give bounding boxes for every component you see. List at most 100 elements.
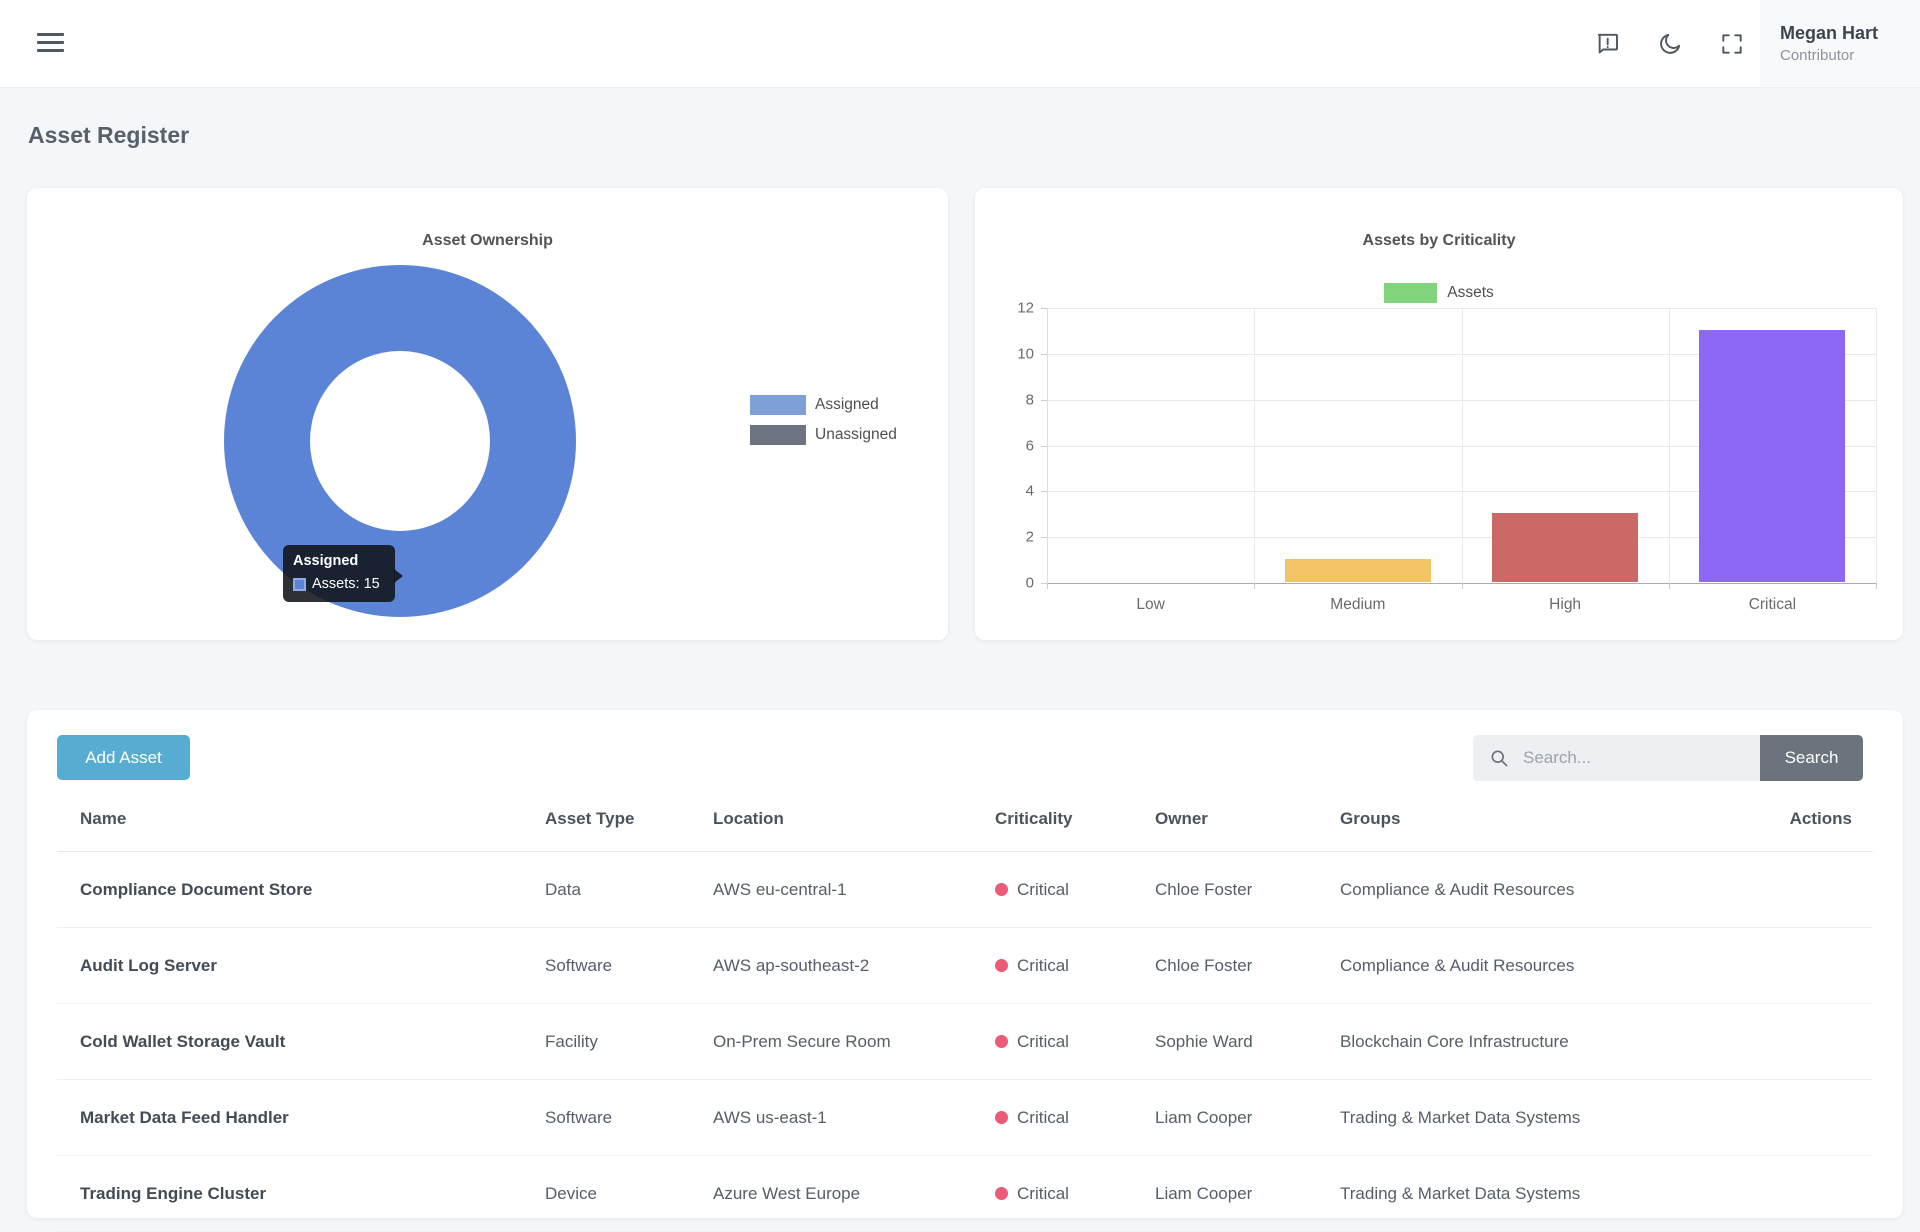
cell-criticality: Critical xyxy=(972,852,1132,928)
cell-criticality: Critical xyxy=(972,1156,1132,1232)
cell-name: Compliance Document Store xyxy=(57,852,522,928)
moon-icon[interactable] xyxy=(1657,31,1683,57)
search-button[interactable]: Search xyxy=(1760,735,1863,781)
column-header-groups: Groups xyxy=(1317,795,1747,852)
asset-table-card: Add Asset Search NameAsset TypeLocationC… xyxy=(27,710,1903,1218)
x-axis-label: High xyxy=(1549,596,1581,614)
asset-table: NameAsset TypeLocationCriticalityOwnerGr… xyxy=(57,795,1873,1232)
cell-location: AWS eu-central-1 xyxy=(690,852,972,928)
search-input[interactable] xyxy=(1521,747,1746,769)
cell-owner: Sophie Ward xyxy=(1132,1004,1317,1080)
y-axis-tick-label: 4 xyxy=(1026,483,1034,500)
table-header-row: NameAsset TypeLocationCriticalityOwnerGr… xyxy=(57,795,1873,852)
cell-name: Trading Engine Cluster xyxy=(57,1156,522,1232)
criticality-dot xyxy=(995,1187,1008,1200)
cell-name: Audit Log Server xyxy=(57,928,522,1004)
table-row: Market Data Feed HandlerSoftwareAWS us-e… xyxy=(57,1080,1873,1156)
assets-by-criticality-card: Assets by Criticality Assets 024681012Lo… xyxy=(975,188,1903,640)
x-axis-label: Critical xyxy=(1749,596,1796,614)
cell-name: Cold Wallet Storage Vault xyxy=(57,1004,522,1080)
criticality-dot xyxy=(995,1035,1008,1048)
app-viewport: Megan Hart Contributor Asset Register As… xyxy=(0,0,1920,1218)
tooltip-swatch xyxy=(293,578,306,591)
column-header-criticality: Criticality xyxy=(972,795,1132,852)
cell-criticality: Critical xyxy=(972,1080,1132,1156)
bar-high[interactable] xyxy=(1492,513,1638,582)
donut-chart-title: Asset Ownership xyxy=(27,232,948,250)
gridline xyxy=(1876,308,1877,583)
column-header-actions: Actions xyxy=(1747,795,1873,852)
x-axis-tick xyxy=(1462,583,1463,589)
legend-item-unassigned[interactable]: Unassigned xyxy=(750,425,897,445)
menu-bar xyxy=(37,49,64,52)
gridline xyxy=(1254,308,1255,583)
legend-swatch-assets xyxy=(1384,283,1437,303)
cell-type: Data xyxy=(522,852,690,928)
x-axis-label: Medium xyxy=(1330,596,1385,614)
search-input-wrap xyxy=(1473,735,1760,781)
cell-owner: Chloe Foster xyxy=(1132,928,1317,1004)
gridline xyxy=(1047,308,1048,583)
legend-swatch-unassigned xyxy=(750,425,806,445)
y-axis-tick-label: 12 xyxy=(1017,300,1034,317)
column-header-type: Asset Type xyxy=(522,795,690,852)
cell-name: Market Data Feed Handler xyxy=(57,1080,522,1156)
tooltip-value: Assets: 15 xyxy=(312,576,380,592)
cell-owner: Liam Cooper xyxy=(1132,1156,1317,1232)
donut-hole xyxy=(310,351,490,531)
criticality-dot xyxy=(995,1111,1008,1124)
add-asset-button[interactable]: Add Asset xyxy=(57,735,190,780)
legend-item-assigned[interactable]: Assigned xyxy=(750,395,897,415)
bar-chart-title: Assets by Criticality xyxy=(975,232,1903,250)
legend-label: Assigned xyxy=(815,396,879,414)
search-icon xyxy=(1489,748,1509,768)
search-group: Search xyxy=(1473,735,1863,781)
feedback-icon[interactable] xyxy=(1595,31,1621,57)
menu-icon[interactable] xyxy=(37,33,64,52)
menu-bar xyxy=(37,33,64,36)
user-name: Megan Hart xyxy=(1780,23,1920,44)
x-axis-tick xyxy=(1669,583,1670,589)
bar-critical[interactable] xyxy=(1699,330,1845,582)
y-axis-tick-label: 6 xyxy=(1026,437,1034,454)
cell-actions xyxy=(1747,1156,1873,1232)
fullscreen-icon[interactable] xyxy=(1719,31,1745,57)
tooltip-title: Assigned xyxy=(293,553,385,569)
user-menu[interactable]: Megan Hart Contributor xyxy=(1760,0,1920,88)
cell-owner: Chloe Foster xyxy=(1132,852,1317,928)
cell-type: Software xyxy=(522,1080,690,1156)
table-row: Cold Wallet Storage VaultFacilityOn-Prem… xyxy=(57,1004,1873,1080)
cell-type: Device xyxy=(522,1156,690,1232)
page-title: Asset Register xyxy=(28,122,189,149)
cell-actions xyxy=(1747,852,1873,928)
column-header-owner: Owner xyxy=(1132,795,1317,852)
asset-ownership-card: Asset Ownership Assigned Unassigned Assi… xyxy=(27,188,948,640)
topbar-actions xyxy=(1595,0,1745,88)
legend-swatch-assigned xyxy=(750,395,806,415)
cell-groups: Trading & Market Data Systems xyxy=(1317,1080,1747,1156)
gridline xyxy=(1669,308,1670,583)
y-axis-tick-label: 8 xyxy=(1026,391,1034,408)
cell-actions xyxy=(1747,1004,1873,1080)
bar-medium[interactable] xyxy=(1285,559,1431,582)
column-header-name: Name xyxy=(57,795,522,852)
donut-segment-assigned[interactable] xyxy=(224,265,576,617)
criticality-dot xyxy=(995,883,1008,896)
cell-location: AWS ap-southeast-2 xyxy=(690,928,972,1004)
tooltip-caret xyxy=(394,569,403,583)
cell-groups: Compliance & Audit Resources xyxy=(1317,928,1747,1004)
cell-type: Facility xyxy=(522,1004,690,1080)
bar-legend-item-assets[interactable]: Assets xyxy=(975,283,1903,303)
cell-actions xyxy=(1747,928,1873,1004)
y-axis-tick-label: 10 xyxy=(1017,345,1034,362)
bar-plot-area: 024681012LowMediumHighCritical xyxy=(1047,308,1876,583)
cell-groups: Trading & Market Data Systems xyxy=(1317,1156,1747,1232)
criticality-dot xyxy=(995,959,1008,972)
cell-location: Azure West Europe xyxy=(690,1156,972,1232)
y-axis-tick-label: 2 xyxy=(1026,529,1034,546)
menu-bar xyxy=(37,41,64,44)
cell-location: On-Prem Secure Room xyxy=(690,1004,972,1080)
x-axis-label: Low xyxy=(1136,596,1164,614)
x-axis-tick xyxy=(1254,583,1255,589)
cell-criticality: Critical xyxy=(972,1004,1132,1080)
